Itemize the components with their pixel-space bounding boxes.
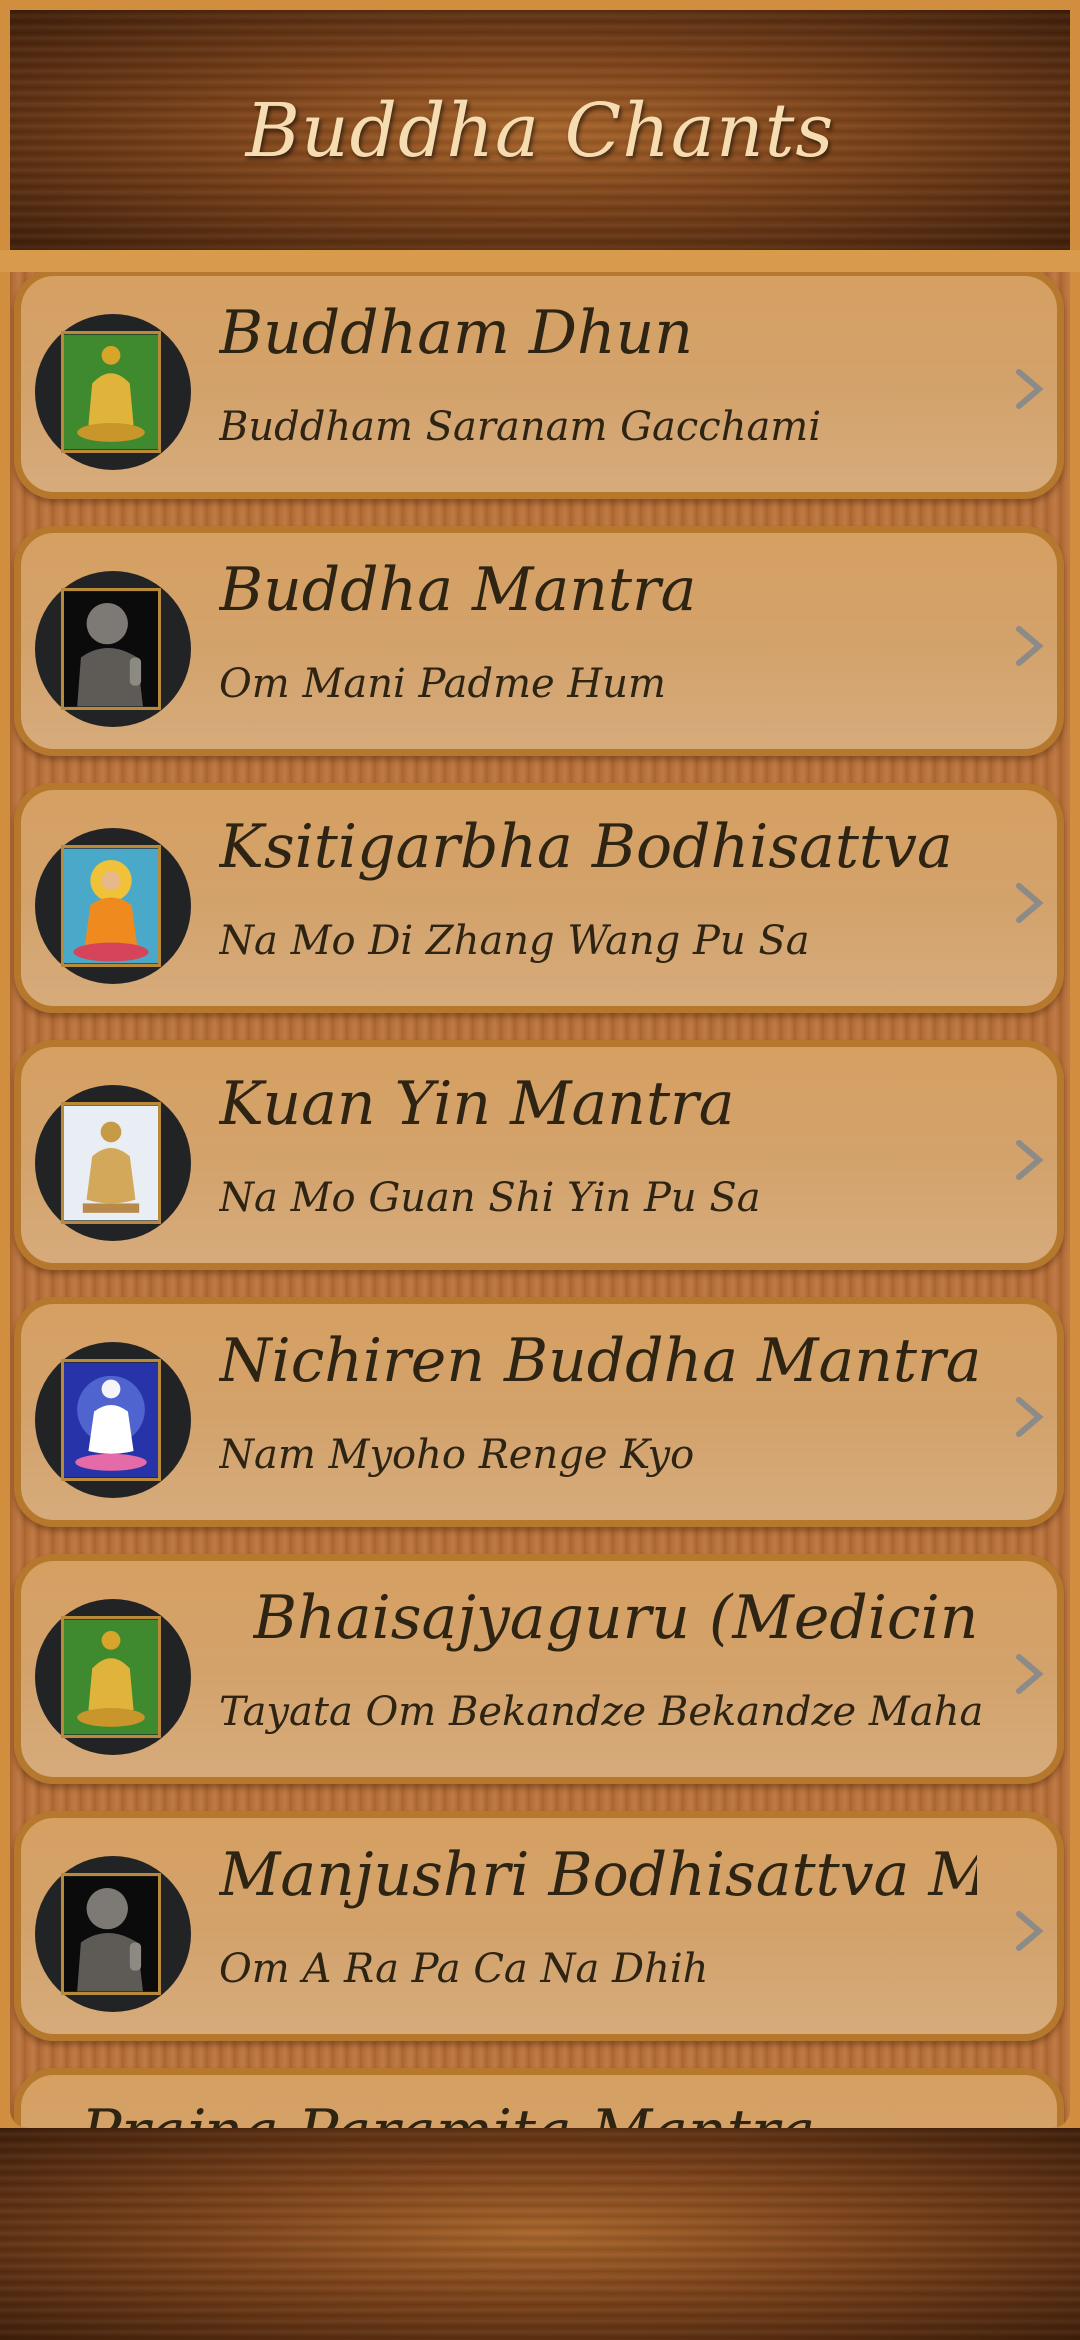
buddha-image-golden-green <box>61 331 161 453</box>
header-divider <box>0 250 1080 272</box>
item-subtitle: Tayata Om Bekandze Bekandze Maha... <box>219 1689 987 1735</box>
list-item-manjushri[interactable]: Manjushri Bodhisattva Ma... Om A Ra Pa C… <box>14 1811 1064 2041</box>
app-title: Buddha Chants <box>245 88 835 174</box>
item-title: Buddha Mantra <box>219 555 697 625</box>
item-subtitle: Om A Ra Pa Ca Na Dhih <box>219 1946 709 1992</box>
thumbnail <box>35 571 191 727</box>
chevron-right-icon <box>1016 1911 1044 1951</box>
item-title: Prajna Paramita Mantra <box>81 2097 977 2128</box>
item-title: Kuan Yin Mantra <box>219 1069 735 1139</box>
chant-list[interactable]: Buddham Dhun Buddham Saranam Gacchami Bu… <box>10 272 1070 2128</box>
thumbnail <box>35 1599 191 1755</box>
buddha-image-orange-robe <box>61 845 161 967</box>
thumbnail <box>35 1342 191 1498</box>
thumbnail <box>35 1085 191 1241</box>
buddha-image-golden-sky <box>61 1102 161 1224</box>
buddha-image-stone-dark <box>61 1873 161 1995</box>
chevron-right-icon <box>1016 626 1044 666</box>
buddha-image-white-blue <box>61 1359 161 1481</box>
list-item-buddham-dhun[interactable]: Buddham Dhun Buddham Saranam Gacchami <box>14 272 1064 499</box>
item-subtitle: Nam Myoho Renge Kyo <box>219 1432 695 1478</box>
chevron-right-icon <box>1016 883 1044 923</box>
thumbnail <box>35 828 191 984</box>
thumbnail <box>35 1856 191 2012</box>
app-header: Buddha Chants <box>10 10 1070 250</box>
footer-bar <box>0 2128 1080 2340</box>
thumbnail <box>35 314 191 470</box>
chevron-right-icon <box>1016 1140 1044 1180</box>
list-item-bhaisajyaguru[interactable]: Bhaisajyaguru (Medicine... Tayata Om Bek… <box>14 1554 1064 1784</box>
item-subtitle: Na Mo Guan Shi Yin Pu Sa <box>219 1175 761 1221</box>
item-title: Manjushri Bodhisattva Ma... <box>219 1840 977 1910</box>
list-item-kuan-yin[interactable]: Kuan Yin Mantra Na Mo Guan Shi Yin Pu Sa <box>14 1040 1064 1270</box>
item-subtitle: Buddham Saranam Gacchami <box>219 404 822 450</box>
list-item-buddha-mantra[interactable]: Buddha Mantra Om Mani Padme Hum <box>14 526 1064 756</box>
chevron-right-icon <box>1016 1654 1044 1694</box>
item-title: Buddham Dhun <box>219 298 693 368</box>
item-title: Ksitigarbha Bodhisattva <box>219 812 953 882</box>
item-subtitle: Na Mo Di Zhang Wang Pu Sa <box>219 918 810 964</box>
item-title: Bhaisajyaguru (Medicine... <box>253 1583 977 1653</box>
list-item-nichiren[interactable]: Nichiren Buddha Mantra Nam Myoho Renge K… <box>14 1297 1064 1527</box>
list-item-ksitigarbha[interactable]: Ksitigarbha Bodhisattva Na Mo Di Zhang W… <box>14 783 1064 1013</box>
chevron-right-icon <box>1016 1397 1044 1437</box>
item-subtitle: Om Mani Padme Hum <box>219 661 666 707</box>
item-title: Nichiren Buddha Mantra <box>219 1326 977 1396</box>
buddha-image-golden-green <box>61 1616 161 1738</box>
list-item-prajna-paramita[interactable]: Prajna Paramita Mantra <box>14 2068 1064 2128</box>
buddha-image-stone-dark <box>61 588 161 710</box>
chevron-right-icon <box>1016 369 1044 409</box>
